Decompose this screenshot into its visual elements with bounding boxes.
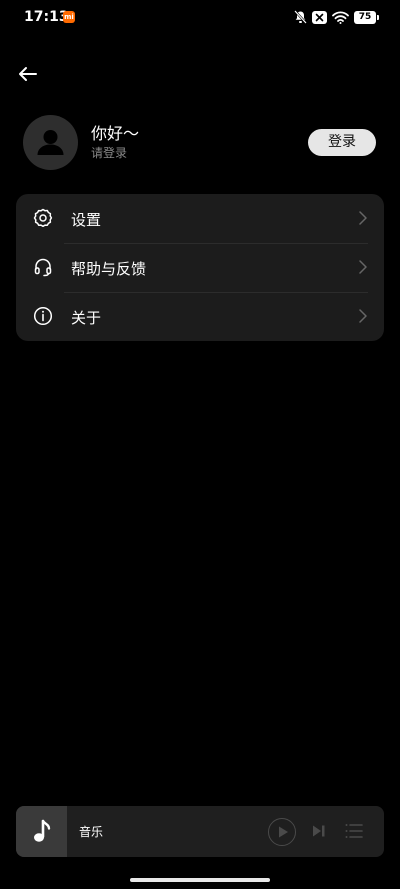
- login-hint[interactable]: 请登录: [91, 144, 127, 161]
- track-title: 音乐: [79, 825, 104, 839]
- menu-item-label: 关于: [71, 309, 102, 327]
- status-icons: 75: [294, 9, 379, 25]
- wifi-icon: [332, 11, 349, 24]
- next-track-button[interactable]: [312, 824, 326, 838]
- album-art[interactable]: [16, 806, 67, 857]
- no-sim-icon: [312, 10, 327, 24]
- menu-item-settings[interactable]: 设置: [16, 194, 384, 243]
- chevron-right-icon: [359, 260, 367, 274]
- user-icon: [37, 130, 64, 155]
- battery-icon: 75: [354, 10, 379, 24]
- status-time: 17:13: [24, 9, 69, 25]
- music-note-icon: [33, 819, 50, 842]
- screen: 17:13 mi 75 你好～ 请登录 登录 设置 帮助与反馈 关于 音乐: [0, 0, 400, 889]
- login-button[interactable]: 登录: [308, 129, 376, 156]
- menu-item-about[interactable]: 关于: [16, 292, 384, 341]
- gear-icon: [33, 208, 53, 228]
- home-indicator[interactable]: [130, 878, 270, 882]
- back-button[interactable]: [16, 62, 40, 86]
- bell-muted-icon: [294, 10, 307, 24]
- menu-item-label: 设置: [71, 211, 102, 229]
- info-icon: [33, 306, 53, 326]
- playlist-button[interactable]: [345, 823, 363, 839]
- headset-icon: [34, 258, 52, 277]
- avatar[interactable]: [23, 115, 78, 170]
- chevron-right-icon: [359, 211, 367, 225]
- menu-item-label: 帮助与反馈: [71, 260, 147, 278]
- menu-card: 设置 帮助与反馈 关于: [16, 194, 384, 341]
- mi-notification-icon: mi: [63, 11, 75, 23]
- menu-item-help-feedback[interactable]: 帮助与反馈: [16, 243, 384, 292]
- chevron-right-icon: [359, 309, 367, 323]
- mini-player[interactable]: 音乐: [16, 806, 384, 857]
- play-icon: [279, 826, 288, 838]
- arrow-left-icon: [19, 67, 37, 81]
- status-bar: 17:13 mi 75: [0, 0, 400, 34]
- play-button[interactable]: [268, 818, 296, 846]
- greeting-text: 你好～: [91, 124, 140, 143]
